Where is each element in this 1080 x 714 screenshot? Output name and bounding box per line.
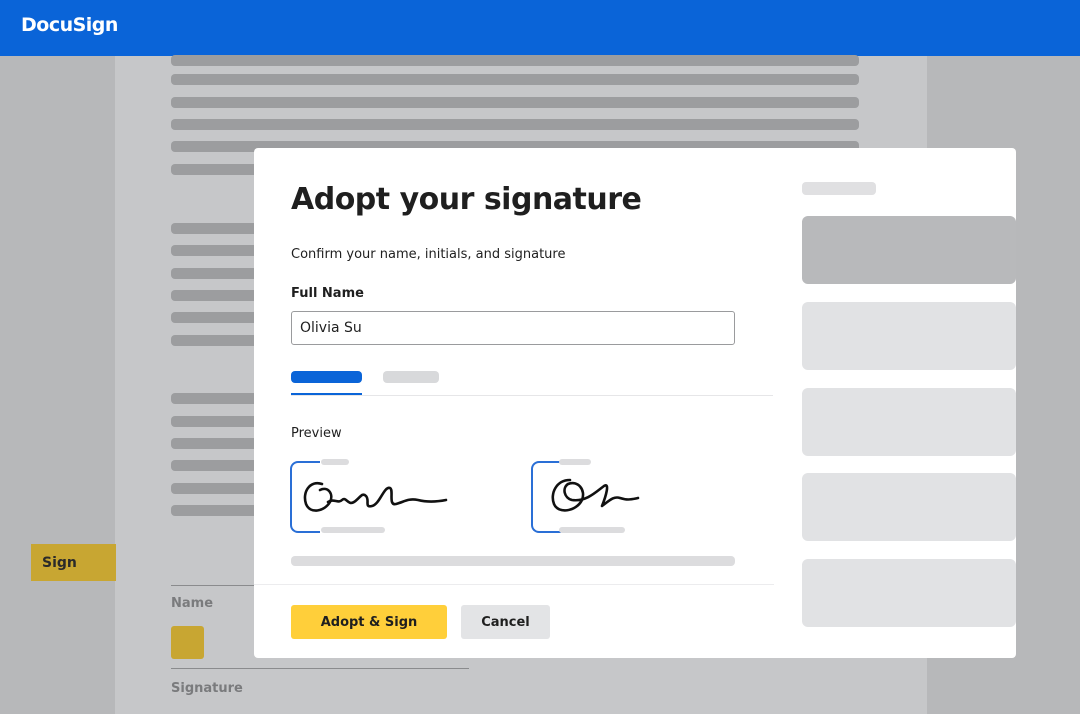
signature-preview-mark bbox=[303, 481, 448, 512]
tab-draw[interactable] bbox=[383, 371, 439, 383]
signature-caption-bar bbox=[321, 459, 349, 465]
cancel-button[interactable]: Cancel bbox=[461, 605, 550, 639]
sign-tab[interactable]: Sign bbox=[31, 544, 116, 581]
modal-subtitle: Confirm your name, initials, and signatu… bbox=[291, 247, 566, 262]
full-name-input[interactable] bbox=[291, 311, 735, 345]
signature-sub-bar bbox=[321, 527, 385, 533]
initials-caption-bar bbox=[559, 459, 591, 465]
adopt-and-sign-button[interactable]: Adopt & Sign bbox=[291, 605, 447, 639]
full-name-label: Full Name bbox=[291, 286, 364, 301]
signature-label: Signature bbox=[171, 681, 243, 696]
top-bar: DocuSign bbox=[0, 0, 1080, 56]
tab-signature-style[interactable] bbox=[291, 371, 362, 383]
style-option[interactable] bbox=[802, 473, 1016, 541]
style-option[interactable] bbox=[802, 388, 1016, 456]
name-label: Name bbox=[171, 596, 214, 611]
name-field-placeholder[interactable] bbox=[171, 626, 204, 659]
tab-divider bbox=[291, 395, 773, 396]
preview-label: Preview bbox=[291, 426, 342, 441]
style-options-heading bbox=[802, 182, 876, 195]
signature-divider bbox=[171, 668, 469, 669]
adopt-signature-modal: Adopt your signature Confirm your name, … bbox=[254, 148, 1016, 658]
legal-text-placeholder bbox=[291, 556, 735, 566]
document-text-line bbox=[171, 74, 859, 85]
docusign-logo: DocuSign bbox=[21, 14, 118, 36]
initials-sub-bar bbox=[559, 527, 625, 533]
style-option-selected[interactable] bbox=[802, 216, 1016, 284]
modal-title: Adopt your signature bbox=[291, 182, 642, 217]
document-text-line bbox=[171, 55, 859, 66]
initials-preview-mark bbox=[551, 478, 640, 512]
footer-divider bbox=[254, 584, 774, 585]
style-option[interactable] bbox=[802, 302, 1016, 370]
document-text-line bbox=[171, 97, 859, 108]
style-option[interactable] bbox=[802, 559, 1016, 627]
name-divider bbox=[171, 585, 255, 586]
document-text-line bbox=[171, 119, 859, 130]
